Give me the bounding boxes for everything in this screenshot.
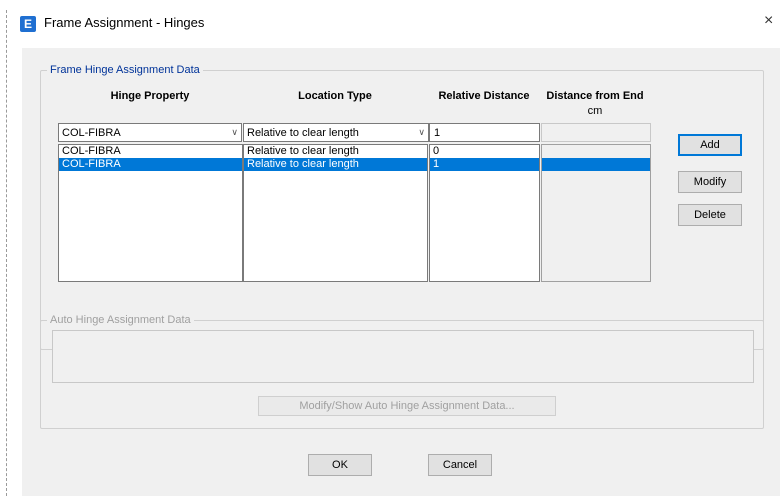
hinge-property-combo[interactable]: COL-FIBRA ∨	[58, 123, 242, 142]
chevron-down-icon[interactable]: ∨	[418, 127, 425, 138]
distance-from-end-input	[541, 123, 651, 142]
list-hinge-property[interactable]: COL-FIBRA COL-FIBRA	[58, 144, 243, 282]
modify-show-auto-hinge-button[interactable]: Modify/Show Auto Hinge Assignment Data..…	[258, 396, 556, 416]
relative-distance-input[interactable]: 1	[429, 123, 540, 142]
list-location-type[interactable]: Relative to clear length Relative to cle…	[243, 144, 428, 282]
cancel-button[interactable]: Cancel	[428, 454, 492, 476]
list-item[interactable]	[542, 145, 650, 158]
header-distance-from-end: Distance from End	[546, 90, 644, 102]
list-relative-distance[interactable]: 0 1	[429, 144, 540, 282]
list-item-selected[interactable]	[542, 158, 650, 171]
list-item[interactable]: COL-FIBRA	[59, 145, 242, 158]
list-item-selected[interactable]: COL-FIBRA	[59, 158, 242, 171]
modify-button[interactable]: Modify	[678, 171, 742, 193]
dialog-body: Frame Hinge Assignment Data Hinge Proper…	[22, 48, 780, 496]
list-item-selected[interactable]: Relative to clear length	[244, 158, 427, 171]
close-icon[interactable]: ×	[764, 12, 773, 30]
hinge-property-value: COL-FIBRA	[62, 127, 121, 139]
app-icon: E	[20, 16, 36, 32]
location-type-value: Relative to clear length	[247, 127, 359, 139]
header-distance-unit: cm	[587, 105, 603, 117]
chevron-down-icon[interactable]: ∨	[231, 127, 238, 138]
auto-hinge-legend: Auto Hinge Assignment Data	[50, 314, 191, 326]
header-location-type: Location Type	[298, 90, 372, 102]
auto-hinge-display	[52, 330, 754, 383]
header-relative-distance: Relative Distance	[438, 90, 530, 102]
window-edge	[6, 10, 7, 496]
location-type-combo[interactable]: Relative to clear length ∨	[243, 123, 429, 142]
list-item[interactable]: Relative to clear length	[244, 145, 427, 158]
list-distance-from-end[interactable]	[541, 144, 651, 282]
title-bar: E Frame Assignment - Hinges ×	[0, 0, 780, 48]
ok-button[interactable]: OK	[308, 454, 372, 476]
window-title: Frame Assignment - Hinges	[44, 15, 205, 30]
add-button[interactable]: Add	[678, 134, 742, 156]
list-item[interactable]: 0	[430, 145, 539, 158]
header-hinge-property: Hinge Property	[110, 90, 190, 102]
frame-hinge-legend: Frame Hinge Assignment Data	[50, 64, 200, 76]
delete-button[interactable]: Delete	[678, 204, 742, 226]
list-item-selected[interactable]: 1	[430, 158, 539, 171]
